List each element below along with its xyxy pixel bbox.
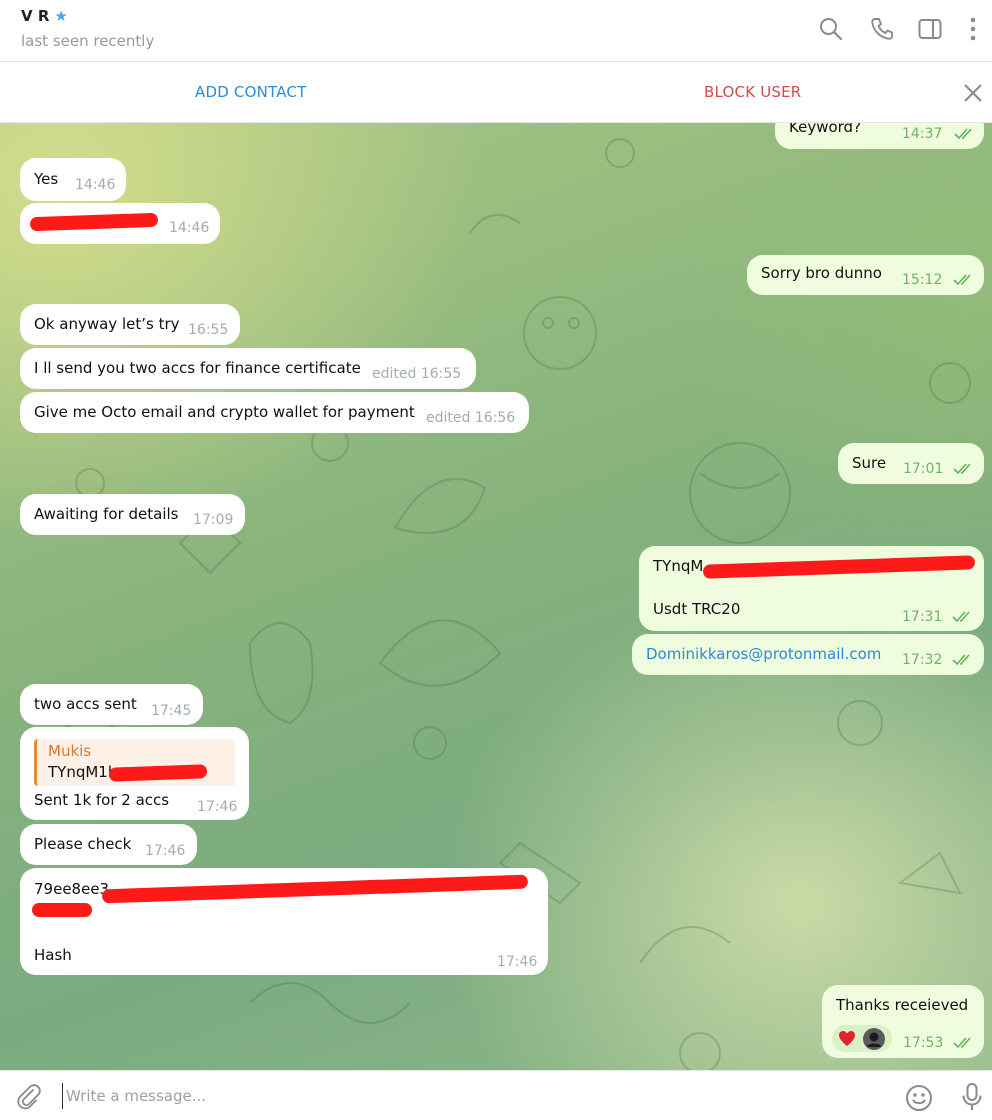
read-receipt-icon: [953, 1037, 971, 1049]
message-text: I ll send you two accs for finance certi…: [34, 359, 361, 377]
message-bubble[interactable]: TYnqM Usdt TRC20 17:31: [639, 546, 984, 631]
search-icon[interactable]: [818, 16, 844, 42]
message-bubble[interactable]: Sorry bro dunno 15:12: [747, 255, 984, 295]
read-receipt-icon: [952, 611, 970, 623]
message-text: Ok anyway let’s try: [34, 315, 180, 333]
read-receipt-icon: [954, 128, 972, 140]
message-text-line2: Hash: [34, 946, 72, 964]
message-time: edited 16:56: [426, 410, 516, 426]
message-text-line2: Usdt TRC20: [653, 600, 741, 618]
reply-preview[interactable]: Mukis TYnqM1h: [34, 739, 235, 786]
email-link[interactable]: Dominikkaros@protonmail.com: [646, 645, 881, 664]
redaction-mark: [32, 903, 92, 917]
contact-name[interactable]: V R: [21, 7, 49, 25]
message-bubble[interactable]: Keyword? 14:37: [775, 123, 984, 149]
message-text: 79ee8ee3: [34, 880, 110, 898]
message-bubble[interactable]: 14:46: [20, 203, 220, 244]
read-receipt-icon: [952, 654, 970, 666]
contact-status: last seen recently: [21, 32, 155, 50]
reply-author: Mukis: [48, 742, 92, 760]
message-time: 17:46: [497, 954, 538, 970]
message-bubble[interactable]: Ok anyway let’s try 16:55: [20, 304, 240, 345]
message-time: 17:01: [903, 461, 944, 477]
message-time: 17:53: [903, 1035, 944, 1051]
message-bubble[interactable]: Yes 14:46: [20, 158, 126, 201]
message-bubble[interactable]: Awaiting for details 17:09: [20, 494, 245, 535]
message-text: Sure: [852, 454, 887, 472]
contact-action-bar: ADD CONTACT BLOCK USER: [0, 62, 992, 123]
heart-reaction-icon: [839, 1031, 855, 1046]
message-bubble[interactable]: 79ee8ee3 Hash 17:46: [20, 868, 548, 975]
message-bubble[interactable]: Dominikkaros@protonmail.com 17:32: [632, 634, 984, 675]
message-text: Yes: [34, 170, 59, 188]
user-avatar-icon: [863, 1028, 885, 1050]
message-composer: [0, 1070, 992, 1120]
message-time: 16:55: [188, 322, 229, 338]
message-time: 17:45: [151, 703, 192, 719]
message-bubble[interactable]: Mukis TYnqM1h Sent 1k for 2 accs 17:46: [20, 727, 249, 820]
message-text: two accs sent: [34, 695, 137, 713]
message-list[interactable]: Keyword? 14:37 Yes 14:46 14:46 Sorry bro…: [0, 123, 992, 1070]
message-bubble[interactable]: Please check 17:46: [20, 824, 197, 865]
emoji-icon[interactable]: [905, 1084, 933, 1112]
phone-icon[interactable]: [869, 16, 895, 42]
message-time: 17:46: [197, 799, 238, 815]
message-time: 14:46: [75, 177, 116, 193]
message-bubble[interactable]: Thanks receieved 17:53: [822, 985, 984, 1058]
message-time: edited 16:55: [372, 366, 462, 382]
message-time: 14:46: [169, 220, 210, 236]
message-time: 17:31: [902, 609, 943, 625]
message-time: 17:09: [193, 512, 234, 528]
sidebar-toggle-icon[interactable]: [917, 16, 943, 42]
redaction-mark: [29, 212, 159, 232]
close-icon[interactable]: [962, 82, 984, 104]
star-icon: ★: [54, 7, 68, 25]
message-bubble[interactable]: Sure 17:01: [838, 443, 984, 484]
message-time: 17:32: [902, 652, 943, 668]
message-time: 17:46: [145, 843, 186, 859]
reaction-badge[interactable]: [832, 1025, 892, 1052]
chat-header: V R ★ last seen recently: [0, 0, 992, 62]
message-text: Give me Octo email and crypto wallet for…: [34, 403, 415, 421]
message-bubble[interactable]: two accs sent 17:45: [20, 684, 203, 725]
message-text: Sorry bro dunno: [761, 264, 882, 282]
message-text: Keyword?: [789, 123, 862, 136]
read-receipt-icon: [953, 463, 971, 475]
block-user-button[interactable]: BLOCK USER: [704, 83, 801, 101]
redaction-mark: [101, 874, 529, 904]
redaction-mark: [108, 764, 208, 782]
message-text: Sent 1k for 2 accs: [34, 791, 170, 809]
more-vertical-icon[interactable]: [960, 16, 986, 42]
message-text: Thanks receieved: [836, 996, 969, 1014]
message-time: 14:37: [902, 126, 943, 142]
read-receipt-icon: [953, 274, 971, 286]
message-text: TYnqM: [653, 557, 704, 575]
message-text: Please check: [34, 835, 132, 853]
microphone-icon[interactable]: [960, 1082, 984, 1112]
reply-text: TYnqM1h: [48, 763, 118, 781]
message-text: Awaiting for details: [34, 505, 179, 523]
message-time: 15:12: [902, 272, 943, 288]
paperclip-icon[interactable]: [16, 1084, 42, 1110]
message-bubble[interactable]: I ll send you two accs for finance certi…: [20, 348, 476, 389]
add-contact-button[interactable]: ADD CONTACT: [195, 83, 306, 101]
contact-name-row[interactable]: V R ★: [21, 7, 68, 25]
message-bubble[interactable]: Give me Octo email and crypto wallet for…: [20, 392, 529, 433]
redaction-mark: [702, 555, 976, 579]
message-input[interactable]: [62, 1083, 882, 1109]
